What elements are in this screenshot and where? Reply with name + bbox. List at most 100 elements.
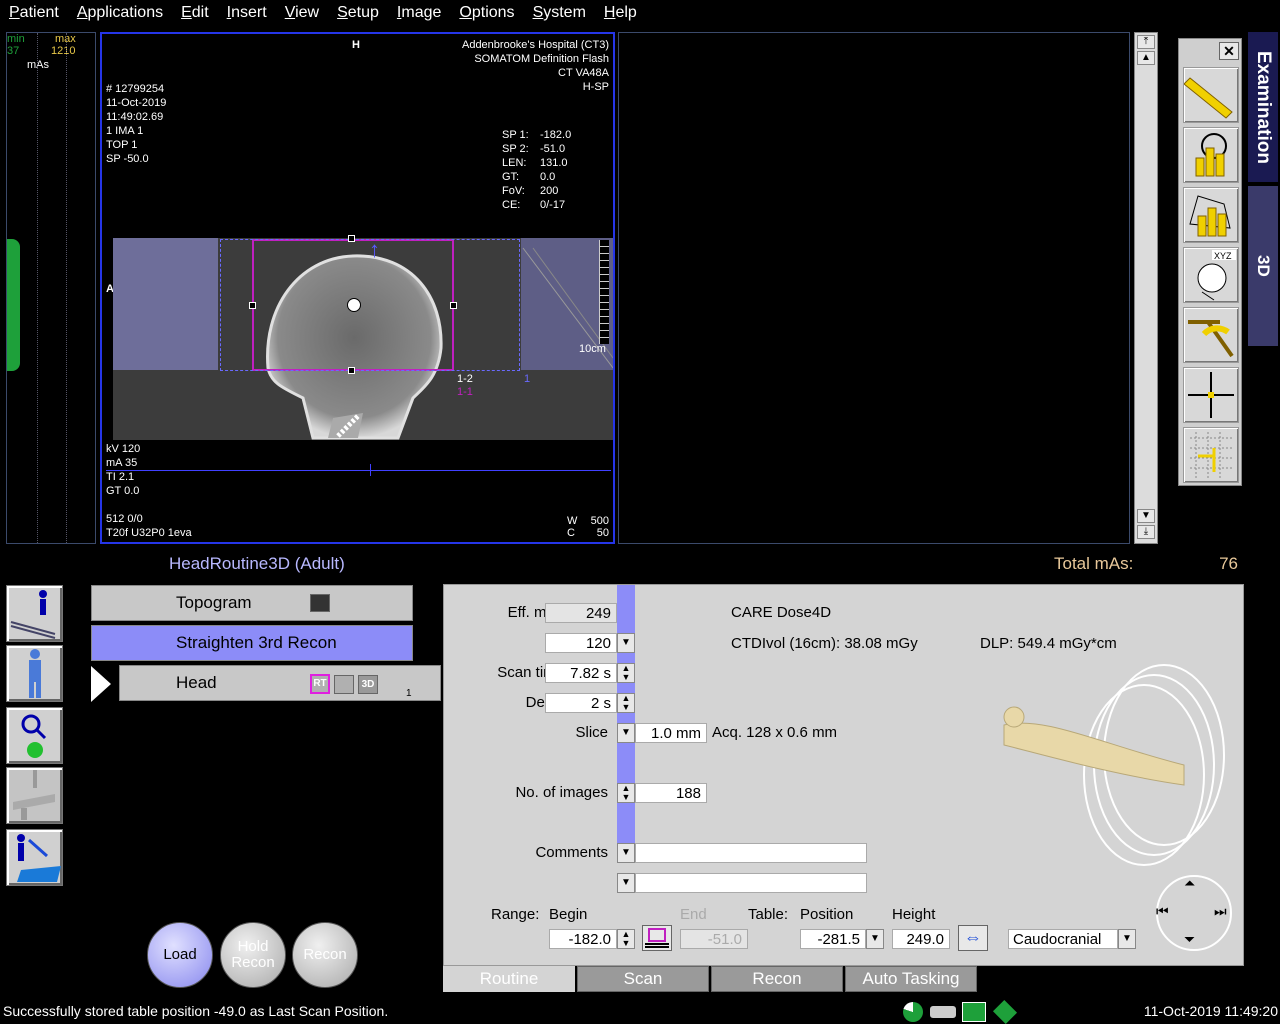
patient-model-button[interactable] [6, 585, 63, 642]
transfer-patient-button[interactable] [6, 829, 63, 886]
chronicle-row-recon[interactable]: Straighten 3rd Recon [91, 625, 413, 661]
scan-time-field[interactable]: 7.82 s [545, 663, 617, 683]
ma-overlay: mA 35 [106, 457, 138, 469]
total-mas-value: 76 [1219, 554, 1238, 573]
tray-status-icon[interactable] [992, 999, 1018, 1024]
center-marker [347, 298, 361, 312]
scroll-down-icon[interactable]: ▼ [1137, 509, 1155, 523]
direction-dropdown-icon[interactable]: ▼ [1118, 929, 1136, 949]
blank-toggle[interactable] [334, 675, 354, 694]
search-patient-button[interactable] [6, 707, 63, 764]
standing-patient-icon [29, 649, 41, 698]
table-move-button[interactable] [6, 767, 63, 824]
chronicle-row-topogram[interactable]: Topogram [91, 585, 413, 621]
tab-3d[interactable]: 3D [1248, 186, 1278, 346]
position-dropdown-icon[interactable]: ▼ [866, 929, 884, 949]
tab-routine[interactable]: Routine [443, 966, 575, 992]
recon-button[interactable]: Recon [292, 922, 358, 988]
range-handle-bottom[interactable] [348, 367, 355, 374]
topogram-label: Topogram [176, 593, 252, 612]
delay-field[interactable]: 2 s [545, 693, 617, 713]
menu-insert[interactable]: Insert [218, 0, 276, 26]
3d-toggle[interactable]: 3D [358, 675, 378, 694]
kv-field[interactable]: 120 [545, 633, 617, 653]
sp2-value: -51.0 [540, 143, 566, 155]
tab-scan[interactable]: Scan [577, 966, 709, 992]
image-number: 1 IMA 1 [106, 125, 144, 137]
comment2-dropdown-icon[interactable]: ▼ [617, 873, 635, 893]
menu-options[interactable]: Options [450, 0, 523, 26]
images-field[interactable]: 188 [635, 783, 707, 803]
menu-help[interactable]: Help [595, 0, 646, 26]
angle-tool[interactable] [1183, 307, 1239, 363]
nav-right-icon[interactable]: ⏭ [1214, 903, 1227, 920]
close-icon[interactable]: ✕ [1219, 42, 1239, 60]
begin-stepper[interactable]: ▲ ▼ [617, 929, 635, 949]
slice-field[interactable]: 1.0 mm [635, 723, 707, 743]
menu-system[interactable]: System [524, 0, 595, 26]
range-handle-right[interactable] [450, 302, 457, 309]
routine-parameter-panel: Eff. mAs 249 kV 120 ▼ Scan time 7.82 s ▲… [443, 584, 1244, 966]
dose-profile-panel: min 37 max 1210 mAs [6, 32, 96, 544]
nav-up-icon[interactable]: ⏶ [1184, 875, 1195, 892]
kv-dropdown-icon[interactable]: ▼ [617, 633, 635, 653]
kernel-overlay: T20f U32P0 1eva [106, 527, 192, 539]
menu-patient[interactable]: Patient [0, 0, 68, 26]
scan-time-stepper[interactable]: ▲ ▼ [617, 663, 635, 683]
secondary-viewer[interactable] [618, 32, 1130, 544]
profile-tool[interactable] [1183, 187, 1239, 243]
begin-field[interactable]: -182.0 [549, 929, 617, 949]
range-handle-left[interactable] [249, 302, 256, 309]
menu-view[interactable]: View [276, 0, 328, 26]
hold-recon-button[interactable]: Hold Recon [220, 922, 286, 988]
xyz-head-tool[interactable]: XYZ [1183, 247, 1239, 303]
patient-table-icon [10, 590, 56, 639]
distance-tool[interactable] [1183, 67, 1239, 123]
software-version: CT VA48A [558, 67, 609, 79]
menu-applications[interactable]: Applications [68, 0, 172, 26]
nav-left-icon[interactable]: ⏮ [1156, 903, 1169, 920]
scroll-top-icon[interactable]: ⤒ [1137, 35, 1155, 49]
sync-icon[interactable] [962, 1002, 986, 1022]
comment1-field[interactable] [635, 843, 867, 863]
grid-tool[interactable] [1183, 427, 1239, 483]
tab-auto-tasking[interactable]: Auto Tasking [845, 966, 977, 992]
dlp-value: DLP: 549.4 mGy*cm [980, 635, 1117, 652]
set-begin-button[interactable] [642, 925, 672, 951]
table-nav-control[interactable]: ⏶ ⏷ ⏮ ⏭ [1156, 875, 1232, 951]
load-button[interactable]: Load [147, 922, 213, 988]
roi-histogram-tool[interactable] [1183, 127, 1239, 183]
crosshair-tool[interactable] [1183, 367, 1239, 423]
kv-overlay: kV 120 [106, 443, 141, 455]
chronicle-row-head[interactable]: Head RT 3D 1 [119, 665, 441, 701]
direction-select[interactable]: Caudocranial [1008, 929, 1118, 949]
rt-toggle[interactable]: RT [310, 674, 330, 694]
position-field[interactable]: -281.5 [800, 929, 866, 949]
delay-stepper[interactable]: ▲ ▼ [617, 693, 635, 713]
table-position-icon [645, 928, 669, 948]
dose-min-line [37, 33, 38, 543]
height-field[interactable]: 249.0 [892, 929, 950, 949]
menu-setup[interactable]: Setup [328, 0, 388, 26]
tab-examination[interactable]: Examination [1248, 32, 1278, 182]
menu-image[interactable]: Image [388, 0, 450, 26]
patient-position-button[interactable] [6, 645, 63, 702]
network-icon[interactable] [930, 1006, 956, 1018]
images-stepper[interactable]: ▲ ▼ [617, 783, 635, 803]
topogram-viewer[interactable]: H A Addenbrooke's Hospital (CT3) SOMATOM… [100, 32, 615, 544]
range-label-1: 1-2 [457, 373, 473, 385]
tab-recon[interactable]: Recon [711, 966, 843, 992]
swap-direction-icon[interactable]: ⇔ [958, 925, 988, 951]
viewer-scrollbar[interactable]: ⤒ ▲ ▼ ⤓ [1134, 32, 1158, 544]
window-center-label: C [567, 527, 575, 539]
scroll-up-icon[interactable]: ▲ [1137, 51, 1155, 65]
comment2-field[interactable] [635, 873, 867, 893]
range-handle-top[interactable] [348, 235, 355, 242]
comments-label: Comments [535, 844, 608, 861]
ti-overlay: TI 2.1 [106, 471, 135, 483]
menu-edit[interactable]: Edit [172, 0, 218, 26]
nav-down-icon[interactable]: ⏷ [1184, 931, 1195, 948]
slice-dropdown-icon[interactable]: ▼ [617, 723, 635, 743]
scroll-bottom-icon[interactable]: ⤓ [1137, 525, 1155, 539]
comment1-dropdown-icon[interactable]: ▼ [617, 843, 635, 863]
